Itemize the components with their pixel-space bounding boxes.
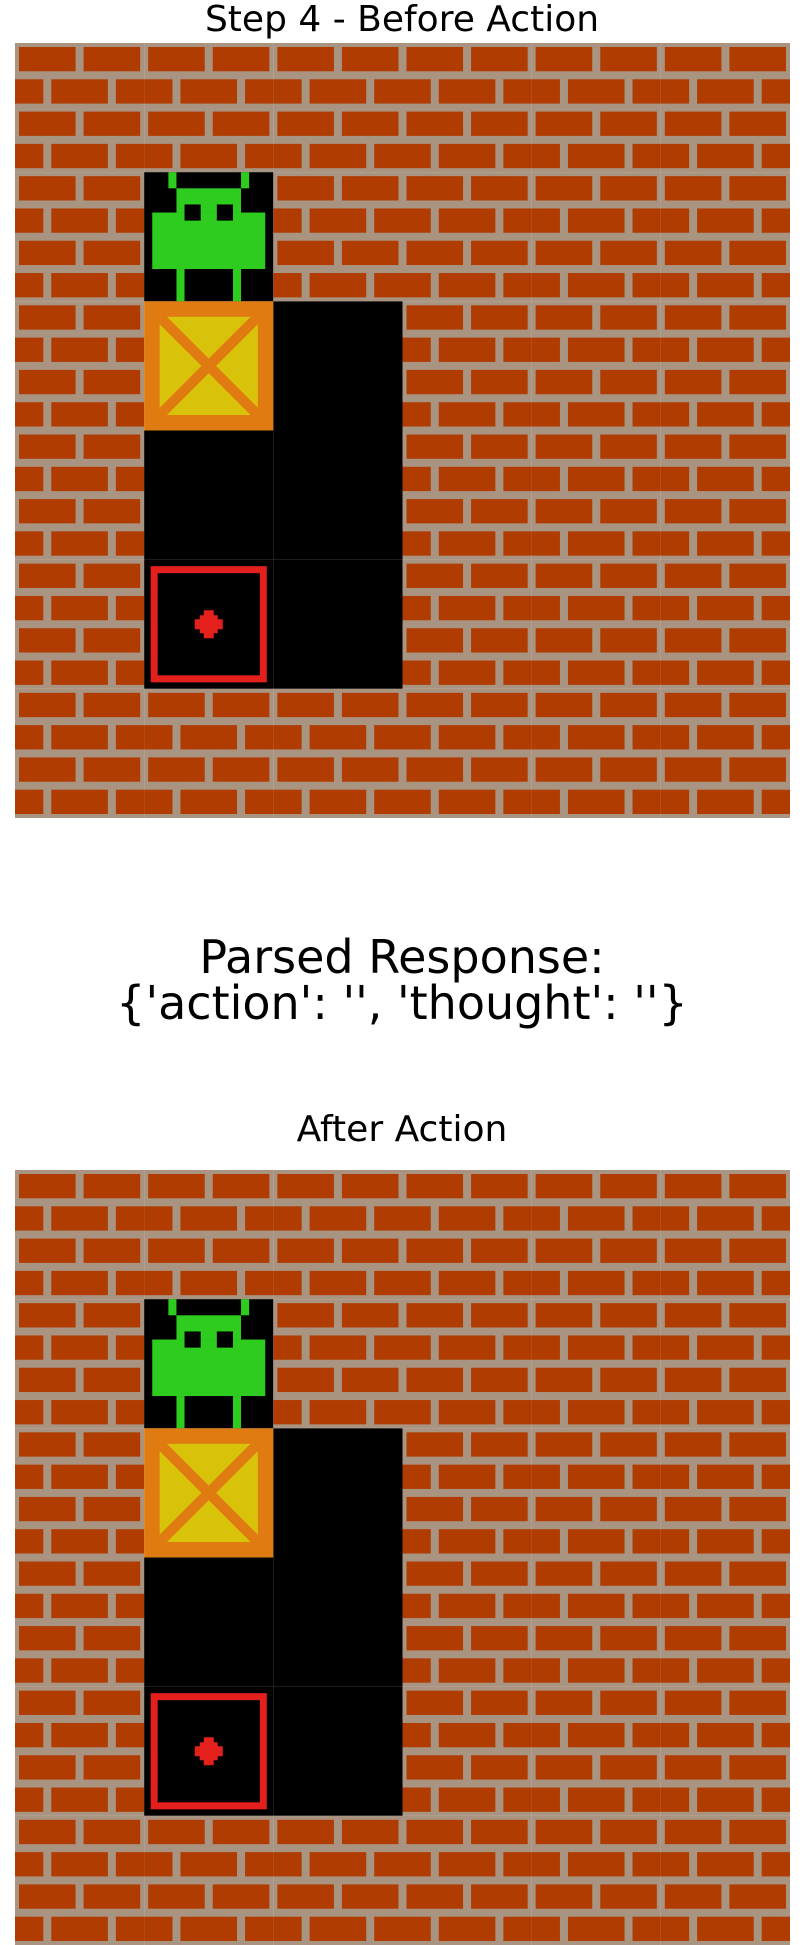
cell-wall-3-3 (402, 430, 532, 560)
cell-wall-5-1 (144, 688, 274, 818)
cell-wall-0-0 (15, 43, 145, 173)
cell-wall-4-3 (402, 559, 532, 689)
cell-wall-5-3 (402, 1815, 532, 1945)
cell-wall-4-5 (660, 559, 790, 689)
cell-target-4-1 (144, 559, 274, 689)
cell-wall-3-4 (531, 1557, 661, 1687)
cell-wall-5-0 (15, 688, 145, 818)
cell-wall-0-5 (660, 43, 790, 173)
cell-wall-0-4 (531, 43, 661, 173)
cell-wall-2-0 (15, 1428, 145, 1558)
cell-wall-0-3 (402, 43, 532, 173)
after-action-title: After Action (296, 1109, 508, 1150)
cell-wall-5-2 (273, 688, 403, 818)
cell-floor-3-2 (273, 430, 403, 560)
cell-player-1-1 (144, 1299, 274, 1429)
cell-wall-1-2 (273, 172, 403, 302)
cell-wall-4-0 (15, 1686, 145, 1816)
cell-player-1-1 (144, 172, 274, 302)
cell-target-4-1 (144, 1686, 274, 1816)
cell-wall-5-4 (531, 688, 661, 818)
cell-wall-0-5 (660, 1170, 790, 1300)
cell-wall-0-1 (144, 43, 274, 173)
cell-wall-2-0 (15, 301, 145, 431)
cell-wall-3-5 (660, 430, 790, 560)
cell-wall-2-3 (402, 301, 532, 431)
cell-floor-2-2 (273, 301, 403, 431)
cell-wall-0-0 (15, 1170, 145, 1300)
cell-wall-1-3 (402, 172, 532, 302)
cell-floor-4-2 (273, 1686, 403, 1816)
cell-wall-5-5 (660, 1815, 790, 1945)
cell-wall-1-5 (660, 1299, 790, 1429)
cell-floor-3-1 (144, 1557, 274, 1687)
cell-wall-0-2 (273, 43, 403, 173)
cell-wall-1-2 (273, 1299, 403, 1429)
cell-floor-2-2 (273, 1428, 403, 1558)
cell-wall-2-4 (531, 1428, 661, 1558)
cell-wall-1-3 (402, 1299, 532, 1429)
cell-wall-1-4 (531, 1299, 661, 1429)
cell-wall-1-0 (15, 172, 145, 302)
cell-wall-2-5 (660, 1428, 790, 1558)
cell-floor-4-2 (273, 559, 403, 689)
cell-wall-2-3 (402, 1428, 532, 1558)
parsed-response-value: {'action': '', 'thought': ''} (116, 976, 688, 1030)
cell-wall-2-4 (531, 301, 661, 431)
cell-wall-4-4 (531, 1686, 661, 1816)
cell-wall-1-0 (15, 1299, 145, 1429)
cell-wall-5-0 (15, 1815, 145, 1945)
cell-floor-3-1 (144, 430, 274, 560)
cell-wall-4-5 (660, 1686, 790, 1816)
cell-wall-5-4 (531, 1815, 661, 1945)
sokoban-board-after (15, 1170, 790, 1945)
cell-wall-3-0 (15, 430, 145, 560)
cell-wall-3-3 (402, 1557, 532, 1687)
cell-wall-5-1 (144, 1815, 274, 1945)
cell-wall-2-5 (660, 301, 790, 431)
before-action-title: Step 4 - Before Action (204, 0, 600, 40)
cell-wall-0-1 (144, 1170, 274, 1300)
cell-wall-3-5 (660, 1557, 790, 1687)
cell-box-2-1 (144, 1428, 274, 1558)
cell-wall-4-4 (531, 559, 661, 689)
cell-wall-5-2 (273, 1815, 403, 1945)
cell-wall-1-5 (660, 172, 790, 302)
cell-wall-1-4 (531, 172, 661, 302)
cell-wall-0-2 (273, 1170, 403, 1300)
cell-box-2-1 (144, 301, 274, 431)
cell-wall-5-5 (660, 688, 790, 818)
cell-wall-0-4 (531, 1170, 661, 1300)
cell-wall-3-4 (531, 430, 661, 560)
sokoban-board-before (15, 43, 790, 818)
cell-wall-4-0 (15, 559, 145, 689)
cell-wall-3-0 (15, 1557, 145, 1687)
cell-wall-0-3 (402, 1170, 532, 1300)
cell-wall-4-3 (402, 1686, 532, 1816)
cell-wall-5-3 (402, 688, 532, 818)
cell-floor-3-2 (273, 1557, 403, 1687)
